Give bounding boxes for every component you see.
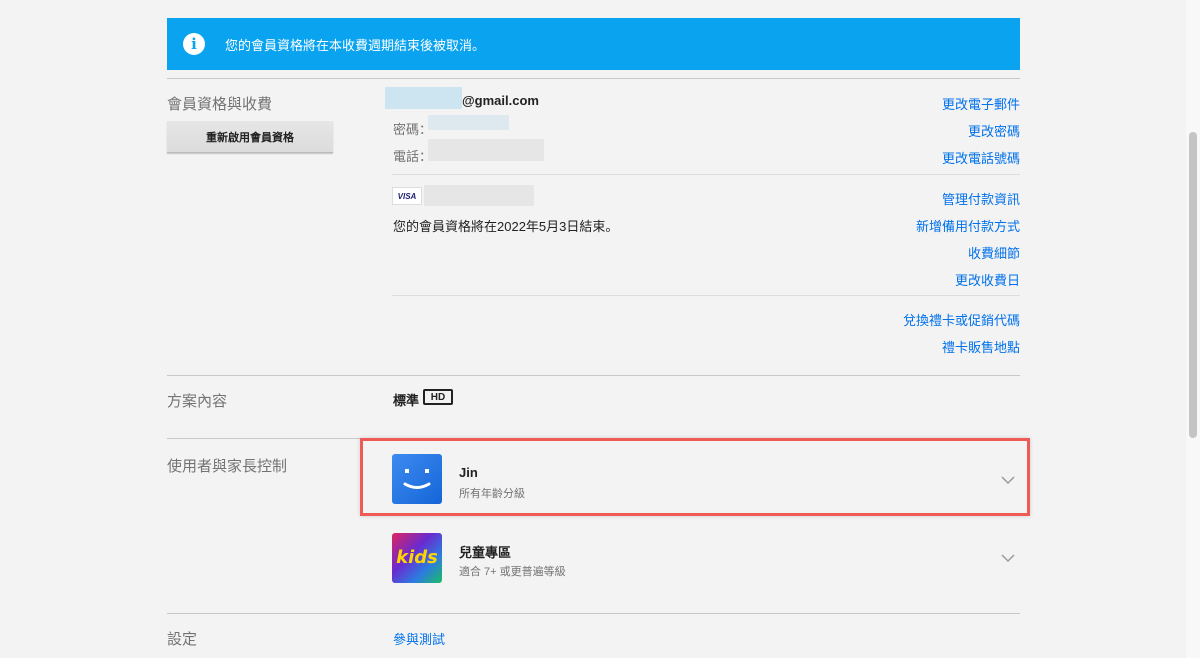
profile-name: 兒童專區	[459, 545, 512, 560]
scrollbar-thumb[interactable]	[1189, 132, 1197, 438]
membership-section-title: 會員資格與收費	[167, 96, 273, 113]
hd-badge: HD	[423, 389, 453, 405]
smiley-avatar-icon	[392, 454, 442, 504]
test-participation-link[interactable]: 參與測試	[393, 629, 445, 648]
visa-card-icon: VISA	[392, 187, 422, 205]
profile-subtitle: 所有年齡分級	[459, 488, 525, 500]
manage-payment-link[interactable]: 管理付款資訊	[942, 189, 1020, 208]
kids-avatar-icon: kids	[392, 533, 442, 583]
phone-redacted	[428, 139, 544, 161]
gift-card-retailers-link[interactable]: 禮卡販售地點	[942, 337, 1020, 356]
password-redacted	[428, 115, 509, 130]
profiles-section-title: 使用者與家長控制	[167, 458, 288, 475]
reactivate-membership-button[interactable]: 重新啟用會員資格	[167, 121, 333, 153]
chevron-down-icon[interactable]	[1000, 553, 1016, 563]
divider	[392, 295, 1020, 296]
add-backup-payment-link[interactable]: 新增備用付款方式	[916, 216, 1020, 235]
email-value: @gmail.com	[462, 93, 539, 108]
redeem-gift-card-link[interactable]: 兌換禮卡或促銷代碼	[903, 310, 1020, 329]
info-icon: i	[183, 33, 205, 55]
cancellation-banner: i 您的會員資格將在本收費週期結束後被取消。	[167, 18, 1020, 70]
card-number-redacted	[424, 185, 534, 206]
billing-details-link[interactable]: 收費細節	[968, 243, 1020, 262]
profile-kids[interactable]: kids 兒童專區 適合 7+ 或更普遍等級	[360, 518, 1030, 596]
divider	[167, 613, 1020, 614]
phone-label: 電話：	[393, 149, 433, 164]
scrollbar-track[interactable]	[1186, 0, 1200, 658]
change-email-link[interactable]: 更改電子郵件	[942, 94, 1020, 113]
plan-name: 標準	[393, 393, 420, 408]
change-password-link[interactable]: 更改密碼	[968, 121, 1020, 140]
membership-end-notice: 您的會員資格將在2022年5月3日結束。	[393, 219, 619, 234]
profile-subtitle: 適合 7+ 或更普遍等級	[459, 566, 566, 578]
divider	[392, 174, 1020, 175]
profile-jin[interactable]: Jin 所有年齡分級	[360, 438, 1030, 516]
profile-name: Jin	[459, 465, 478, 480]
password-label: 密碼：	[393, 122, 433, 137]
change-phone-link[interactable]: 更改電話號碼	[942, 148, 1020, 167]
email-redacted	[385, 87, 462, 109]
kids-avatar-text: kids	[396, 547, 438, 568]
banner-message: 您的會員資格將在本收費週期結束後被取消。	[225, 37, 486, 53]
divider	[167, 375, 1020, 376]
change-billing-date-link[interactable]: 更改收費日	[955, 270, 1020, 289]
plan-section-title: 方案內容	[167, 393, 228, 410]
chevron-down-icon[interactable]	[1000, 475, 1016, 485]
settings-section-title: 設定	[167, 631, 198, 648]
divider	[167, 78, 1020, 79]
